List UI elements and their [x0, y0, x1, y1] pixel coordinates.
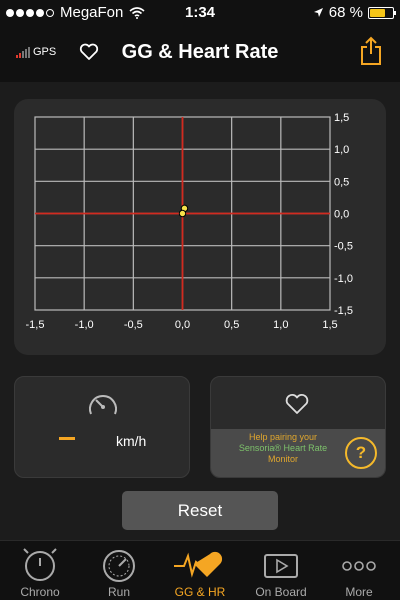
share-icon[interactable]: [360, 36, 382, 66]
hr-help-text[interactable]: Help pairing your Sensoria® Heart Rate M…: [219, 432, 347, 465]
tab-label: On Board: [255, 585, 307, 599]
video-icon: [264, 554, 298, 578]
gg-chart: -1,5 -1,0 -0,5 0,0 0,5 1,0 1,5 1,5 1,0 0,5 0,0 -0,5…: [26, 112, 353, 331]
x-tick-label: 1,5: [322, 319, 337, 331]
status-bar: MegaFon 1:34 68 %: [0, 0, 400, 26]
speedometer-icon: [89, 395, 117, 415]
page-title: GG & Heart Rate: [121, 41, 279, 63]
y-tick-label: -0,5: [334, 241, 353, 253]
hr-help-line1: Help pairing your: [248, 432, 318, 442]
nav-bar: GPS GG & Heart Rate: [0, 26, 400, 82]
x-tick-label: -1,0: [75, 319, 94, 331]
speedometer-icon: [103, 550, 135, 582]
y-tick-label: -1,5: [334, 305, 353, 317]
speed-value: –: [59, 437, 75, 440]
speed-unit: km/h: [116, 433, 147, 449]
y-tick-label: 1,0: [334, 144, 349, 156]
stopwatch-icon: [23, 548, 57, 581]
tab-label: GG & HR: [174, 585, 226, 599]
tab-label: Run: [107, 585, 130, 599]
tab-gg-hr[interactable]: GG & HR: [162, 541, 238, 600]
tab-label: Chrono: [20, 585, 60, 599]
reset-button[interactable]: Reset: [122, 491, 278, 530]
tab-bar: Chrono Run GG & HR On Board More: [0, 540, 400, 600]
tab-on-board[interactable]: On Board: [243, 541, 319, 600]
gg-data-point: [178, 209, 187, 218]
more-icon: [342, 561, 376, 571]
gg-chart-card: -1,5 -1,0 -0,5 0,0 0,5 1,0 1,5 1,5 1,0 0,5 0,0 -0,5…: [14, 99, 386, 355]
location-arrow-icon: [313, 8, 323, 17]
tab-label: More: [345, 585, 373, 599]
battery-percent: 68 %: [328, 4, 363, 21]
heartbeat-icon: [174, 551, 223, 578]
tab-run[interactable]: Run: [81, 541, 157, 600]
y-tick-label: 0,0: [334, 209, 349, 221]
speed-card: [14, 376, 190, 478]
heart-rate-card: Help pairing your Sensoria® Heart Rate M…: [210, 376, 386, 478]
y-tick-label: 1,5: [334, 112, 349, 124]
y-tick-label: -1,0: [334, 273, 353, 285]
heart-outline-icon: [285, 393, 309, 414]
help-button[interactable]: ?: [345, 437, 377, 469]
x-tick-label: 0,0: [175, 319, 190, 331]
x-tick-label: -0,5: [124, 319, 143, 331]
x-tick-label: -1,5: [26, 319, 45, 331]
status-right: 68 %: [313, 4, 396, 21]
battery-icon: [368, 6, 396, 19]
x-tick-label: 1,0: [273, 319, 288, 331]
tab-chrono[interactable]: Chrono: [2, 541, 78, 600]
hr-help-line3: Monitor: [267, 454, 298, 464]
x-tick-label: 0,5: [224, 319, 239, 331]
tab-more[interactable]: More: [321, 541, 397, 600]
y-tick-label: 0,5: [334, 176, 349, 188]
hr-help-brand: Sensoria® Heart Rate: [238, 443, 328, 453]
